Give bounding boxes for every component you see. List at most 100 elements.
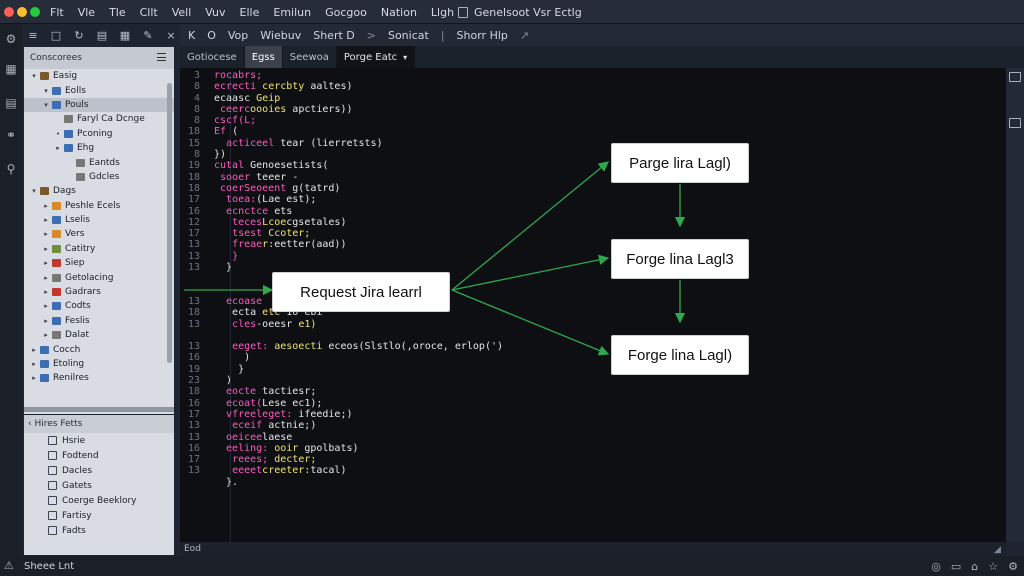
tree-caret-icon[interactable]: ▸ [42, 288, 50, 296]
tree-item[interactable]: ▸ Siep [24, 256, 174, 270]
tree-item[interactable]: ▸ Gadrars [24, 285, 174, 299]
status-icon[interactable]: ⌂ [971, 560, 978, 573]
outline-item[interactable]: Fadts [24, 523, 174, 538]
panel-tool-icon[interactable]: □ [49, 29, 63, 42]
tree-item[interactable]: ▸ Renilres [24, 371, 174, 385]
outline-item[interactable]: Dacles [24, 463, 174, 478]
tree-caret-icon[interactable]: ▸ [54, 144, 62, 152]
tree-caret-icon[interactable]: ▸ [42, 216, 50, 224]
menu-item[interactable]: Gocgoo [325, 6, 367, 19]
tree-item[interactable]: ▸ Getolacing [24, 270, 174, 284]
tree-item[interactable]: ▸ Vers [24, 227, 174, 241]
tree-caret-icon[interactable]: ▸ [42, 331, 50, 339]
source-control-icon[interactable]: ⚭ [3, 128, 19, 142]
tree-item[interactable]: ▸ Lselis [24, 213, 174, 227]
close-window-button[interactable] [4, 7, 14, 17]
tab-item[interactable]: Porge Eatc ▾ [336, 46, 416, 68]
flow-request-box[interactable]: Request Jira learrl [272, 272, 450, 312]
flow-box-3[interactable]: Forge lina Lagl) [611, 335, 749, 375]
minimap-icon[interactable] [1009, 72, 1021, 82]
tree-caret-icon[interactable]: ▸ [42, 274, 50, 282]
tab-item[interactable]: Gotiocese [180, 46, 245, 68]
tree-item[interactable]: ▸ Ehg [24, 141, 174, 155]
tab-item[interactable]: Egss [244, 46, 283, 68]
maximize-window-button[interactable] [30, 7, 40, 17]
chevron-down-icon[interactable]: ▾ [403, 53, 407, 62]
flow-box-2[interactable]: Forge lina Lagl3 [611, 239, 749, 279]
status-icon[interactable]: ⚙ [1008, 560, 1018, 573]
status-icon[interactable]: ◎ [931, 560, 941, 573]
outline-header[interactable]: ‹ Hires Fetts [24, 415, 174, 433]
tree-caret-icon[interactable]: ▸ [42, 202, 50, 210]
tree-caret-icon[interactable]: ▸ [42, 302, 50, 310]
status-icon[interactable]: ▭ [951, 560, 961, 573]
status-icon[interactable]: ☆ [988, 560, 998, 573]
debug-icon[interactable]: ⚙ [3, 32, 19, 46]
tree-caret-icon[interactable]: ▾ [42, 101, 50, 109]
menu-item[interactable]: Flt [50, 6, 64, 19]
tree-caret-icon[interactable]: ▸ [30, 374, 38, 382]
tree-caret-icon[interactable]: ▸ [30, 360, 38, 368]
menu-icon[interactable] [157, 53, 166, 61]
toolbar-item[interactable]: K [188, 29, 195, 42]
resize-handle-icon[interactable]: ◢ [994, 545, 1001, 555]
menu-item[interactable]: Elle [240, 6, 260, 19]
outline-item[interactable]: Coerge Beeklory [24, 493, 174, 508]
menu-item[interactable]: Cllt [140, 6, 158, 19]
status-text[interactable]: Sheee Lnt [24, 556, 74, 576]
panel-tool-icon[interactable]: ▤ [95, 29, 109, 42]
menu-item[interactable]: Tle [109, 6, 126, 19]
tree-item[interactable]: ▸ Feslis [24, 314, 174, 328]
outline-item[interactable]: Hsrie [24, 433, 174, 448]
tree-item[interactable]: ▾ Dags [24, 184, 174, 198]
tree-item[interactable]: • Pconing [24, 127, 174, 141]
panel-tool-icon[interactable]: ≡ [26, 29, 40, 42]
panel-tool-icon[interactable]: × [164, 29, 178, 42]
tree-item[interactable]: ▸ Cocch [24, 342, 174, 356]
tree-caret-icon[interactable]: ▸ [42, 259, 50, 267]
menu-item[interactable]: Emilun [273, 6, 311, 19]
menu-item[interactable]: Nation [381, 6, 417, 19]
toolbar-item[interactable]: Shert D [313, 29, 355, 42]
toolbar-item[interactable]: Shorr Hlp [457, 29, 508, 42]
menu-item[interactable]: Llgh [431, 6, 454, 19]
extensions-icon[interactable]: ▦ [3, 62, 19, 76]
flow-box-1[interactable]: Parge lira Lagl) [611, 143, 749, 183]
tree-item[interactable]: ▾ Pouls [24, 97, 174, 113]
tree-item[interactable]: ▸ Codts [24, 299, 174, 313]
tree-item[interactable]: ▸ Peshle Ecels [24, 199, 174, 213]
menu-item[interactable]: Vell [172, 6, 192, 19]
tree-item[interactable]: Gdcles [24, 170, 174, 184]
panel-tool-icon[interactable]: ▦ [118, 29, 132, 42]
outline-item[interactable]: Fartisy [24, 508, 174, 523]
tree-item[interactable]: ▸ Catitry [24, 242, 174, 256]
minimize-window-button[interactable] [17, 7, 27, 17]
search-icon[interactable]: ⚲ [3, 162, 19, 176]
tree-item[interactable]: ▸ Dalat [24, 328, 174, 342]
panel-tool-icon[interactable]: ✎ [141, 29, 155, 42]
tree-item[interactable]: ▾ Eolls [24, 83, 174, 97]
tree-caret-icon[interactable]: ▾ [42, 87, 50, 95]
panel-divider[interactable] [24, 407, 174, 412]
menu-item[interactable]: Vle [78, 6, 95, 19]
tree-caret-icon[interactable]: • [54, 130, 62, 138]
toolbar-item[interactable]: Sonicat [388, 29, 429, 42]
tree-item[interactable]: Faryl Ca Dcnge [24, 112, 174, 126]
panel-icon[interactable] [1009, 118, 1021, 128]
toolbar-item[interactable]: Vop [228, 29, 248, 42]
tree-item[interactable]: Eantds [24, 155, 174, 169]
warning-icon[interactable]: ⚠ [4, 559, 14, 572]
files-icon[interactable]: ▤ [3, 96, 19, 110]
tree-caret-icon[interactable]: ▸ [42, 230, 50, 238]
editor-scrollbar[interactable] [1006, 68, 1024, 542]
menu-item[interactable]: Vuv [205, 6, 225, 19]
explorer-scrollbar[interactable] [167, 83, 172, 363]
tree-item[interactable]: ▸ Etoling [24, 357, 174, 371]
tree-caret-icon[interactable]: ▸ [42, 245, 50, 253]
tree-caret-icon[interactable]: ▸ [42, 317, 50, 325]
tree-caret-icon[interactable]: ▸ [30, 346, 38, 354]
toolbar-item[interactable]: O [207, 29, 216, 42]
panel-tool-icon[interactable]: ↻ [72, 29, 86, 42]
tree-caret-icon[interactable]: ▾ [30, 72, 38, 80]
outline-item[interactable]: Gatets [24, 478, 174, 493]
